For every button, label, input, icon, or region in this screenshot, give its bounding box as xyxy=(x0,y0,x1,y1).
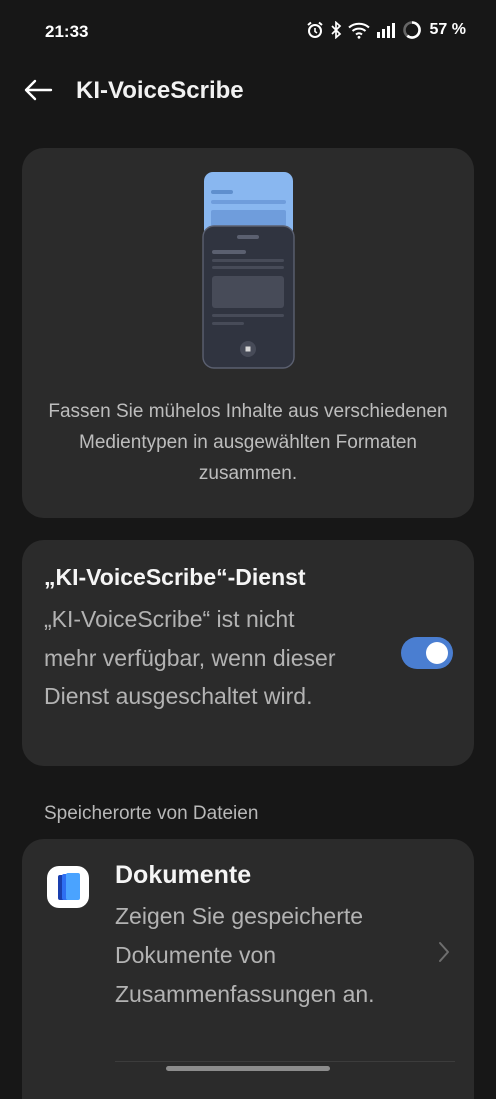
phone-illustration xyxy=(202,170,295,370)
back-button[interactable] xyxy=(18,74,58,110)
bluetooth-icon xyxy=(330,21,342,39)
signal-icon xyxy=(376,22,396,38)
service-description: „KI-VoiceScribe“ ist nicht mehr verfügba… xyxy=(44,606,336,709)
chevron-right-icon xyxy=(436,939,452,965)
app-header: KI-VoiceScribe xyxy=(0,64,496,120)
arrow-left-icon xyxy=(23,78,53,107)
wifi-icon xyxy=(347,21,370,39)
battery-percentage: 57 % xyxy=(429,21,466,38)
status-time: 21:33 xyxy=(45,22,89,41)
intro-card: Fassen Sie mühelos Inhalte aus verschied… xyxy=(22,148,474,518)
alarm-icon xyxy=(306,21,324,39)
toggle-knob xyxy=(426,642,448,664)
home-indicator[interactable] xyxy=(166,1066,330,1071)
documents-app-icon xyxy=(47,866,89,908)
status-icons: 57 % xyxy=(306,20,466,40)
documents-list-item[interactable]: Dokumente Zeigen Sie gespeicherte Dokume… xyxy=(22,839,474,1099)
service-title: „KI-VoiceScribe“-Dienst xyxy=(44,564,306,590)
page-title: KI-VoiceScribe xyxy=(76,77,244,104)
list-divider xyxy=(115,1061,455,1062)
documents-title: Dokumente xyxy=(115,861,252,889)
documents-description: Zeigen Sie gespeicherte Dokumente von Zu… xyxy=(115,903,375,1007)
status-bar: 21:33 57 % xyxy=(0,0,496,64)
section-heading: Speicherorte von Dateien xyxy=(44,803,259,824)
battery-icon xyxy=(402,20,422,40)
service-toggle-switch[interactable] xyxy=(401,637,453,669)
intro-description: Fassen Sie mühelos Inhalte aus verschied… xyxy=(48,401,448,484)
service-toggle-card[interactable]: „KI-VoiceScribe“-Dienst „KI-VoiceScribe“… xyxy=(22,540,474,766)
